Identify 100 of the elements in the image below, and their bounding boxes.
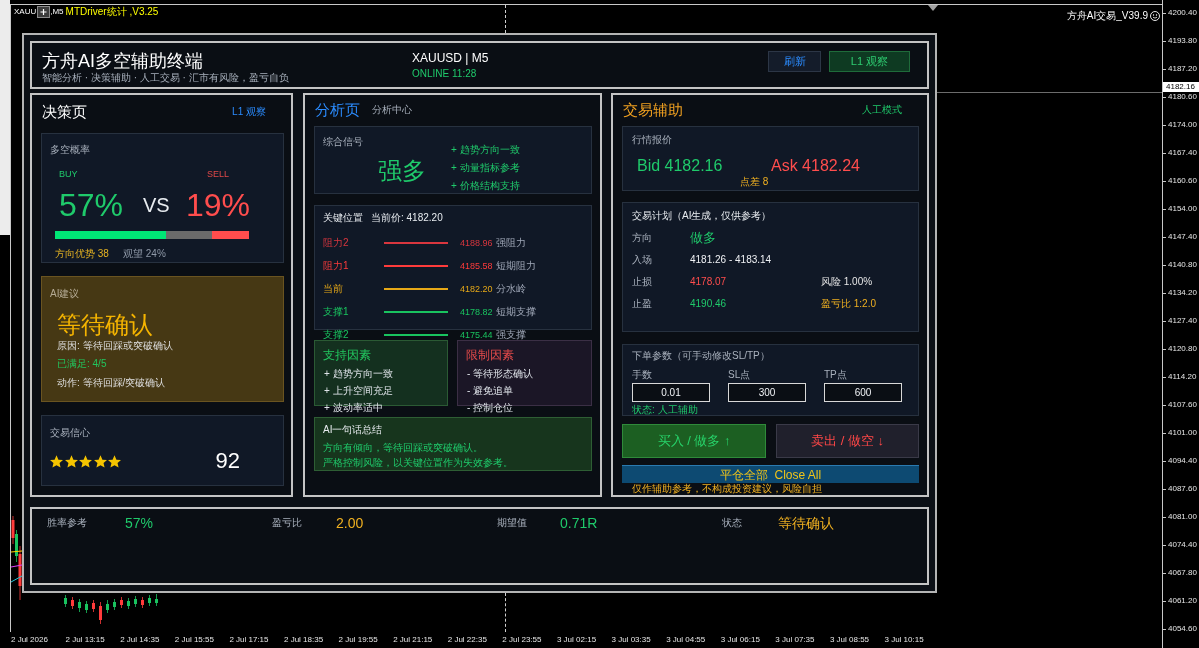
star-icon [108,454,121,468]
price-axis-label: 4180.60 [1168,92,1197,102]
factor-item: - 控制仓位 [467,401,514,415]
expert-label: 方舟AI交易_V39.9 [1066,10,1148,22]
disclaimer-text: 仅作辅助参考，不构成投资建议，风险自担 [632,483,822,494]
signal-reason: + 价格结构支持 [451,179,520,193]
stat-value: 2.00 [336,514,364,532]
time-axis-label: 2 Jul 14:35 [120,634,160,646]
level-name: 阻力2 [323,236,349,249]
stat-label: 状态 [722,517,742,529]
plan-label: 止损 [632,276,652,288]
price-axis-label: 4094.40 [1168,456,1197,466]
price-axis-label: 4120.80 [1168,344,1197,354]
card-label: 行情报价 [632,134,672,146]
level-price: 4182.20 [460,282,493,295]
factor-item: + 上升空间充足 [324,384,393,398]
price-axis-label: 4187.20 [1168,64,1197,74]
confidence-score: 92 [215,448,240,474]
time-axis-label: 3 Jul 10:15 [884,634,924,646]
mode-button[interactable]: L1 观察 [829,51,910,72]
level-price: 4175.44 [460,328,493,341]
card-label: 多空概率 [50,144,90,156]
ask-price: Ask 4182.24 [771,156,860,176]
field-label: TP点 [824,369,847,381]
factor-title: 限制因素 [466,347,514,363]
current-price-text: 当前价: 4182.20 [371,212,443,224]
plan-label: 入场 [632,254,652,266]
card-label: 下单参数（可手动修改SL/TP） [632,350,770,362]
chart-symbol-text: XAUU [14,6,37,18]
buy-percentage: 57% [59,187,124,223]
price-axis-label: 4081.00 [1168,512,1197,522]
factor-item: - 避免追单 [467,384,514,398]
time-axis-label: 2 Jul 13:15 [65,634,105,646]
price-axis-label: 4193.80 [1168,36,1197,46]
level-price: 4185.58 [460,259,493,272]
number-input-field[interactable]: 0.01 [632,383,710,402]
time-axis-label: 3 Jul 02:15 [556,634,597,646]
time-axis-label: 3 Jul 07:35 [775,634,815,646]
advantage-text: 方向优势 38 [55,248,109,260]
buy-button[interactable]: 买入 / 做多 ↑ [622,424,766,458]
signal-strength: 强多 [378,157,426,185]
price-axis-label: 4114.20 [1168,372,1197,382]
stat-value: 等待确认 [778,514,834,532]
factor-item: - 等待形态确认 [467,367,534,381]
time-axis-label: 2 Jul 19:55 [338,634,378,646]
card-heading: AI一句话总结 [323,424,383,436]
triangle-marker-icon [928,5,938,11]
smiley-icon [1150,11,1160,21]
price-axis-label: 4160.60 [1168,176,1197,186]
buy-label: BUY [59,168,78,180]
field-label: 手数 [632,369,652,381]
stat-label: 期望值 [497,517,527,529]
number-input-field[interactable]: 300 [728,383,806,402]
level-name: 阻力1 [323,259,349,272]
price-axis-label: 4101.00 [1168,428,1197,438]
price-axis-label: 4200.40 [1168,8,1197,18]
symbol-text: XAUUSD | M5 [412,51,489,65]
time-axis-label: 3 Jul 06:15 [720,634,760,646]
time-axis-label: 3 Jul 08:55 [829,634,870,646]
panel-title: 分析页 [315,101,360,119]
plan-label: 方向 [632,232,652,244]
star-icon [79,454,92,468]
connection-status: ONLINE 11:28 [412,68,477,80]
price-axis-label: 4140.80 [1168,260,1197,270]
time-axis-label: 3 Jul 04:55 [666,634,706,646]
bid-price: Bid 4182.16 [637,156,723,176]
sell-button[interactable]: 卖出 / 做空 ↓ [776,424,919,458]
level-note: 强阻力 [496,236,526,249]
signal-reason: + 动量指标参考 [451,161,520,175]
indicator-label: MTDriver统计 ,V3.25 [65,6,159,18]
refresh-button[interactable]: 刷新 [768,51,821,72]
verdict-text: 等待确认 [57,311,153,339]
level-name: 支撑2 [323,328,349,341]
number-input-field[interactable]: 600 [824,383,902,402]
time-axis-label: 2 Jul 23:55 [502,634,542,646]
mode-label: L1 观察 [232,106,266,118]
factor-item: + 趋势方向一致 [324,367,393,381]
level-note: 分水岭 [496,282,526,295]
price-axis-label: 4107.60 [1168,400,1197,410]
signal-reason: + 趋势方向一致 [451,143,520,157]
factor-item: + 波动率适中 [324,401,383,415]
close-all-button[interactable]: 平仓全部 Close All [622,465,919,483]
field-label: SL点 [728,369,751,381]
stat-label: 盈亏比 [272,517,302,529]
time-axis-label: 2 Jul 2026 [11,634,48,646]
plan-value: 4190.46 [690,298,727,310]
reason-text: 原因: 等待回踩或突破确认 [57,340,173,352]
plan-note: 盈亏比 1:2.0 [821,298,877,310]
card-heading: 关键位置 [323,212,363,224]
time-axis-label: 2 Jul 17:15 [229,634,269,646]
neutral-text: 观望 24% [123,248,166,260]
terminal-title: 方舟AI多空辅助终端 [42,50,203,72]
price-axis-label: 4174.00 [1168,120,1197,130]
summary-line: 方向有倾向，等待回踩或突破确认。 [323,441,483,455]
action-text: 动作: 等待回踩/突破确认 [57,377,166,389]
current-price-label: 4182.16 [1163,82,1199,92]
plan-note: 风险 1.00% [821,276,873,288]
time-axis-label: 2 Jul 22:35 [447,634,487,646]
panel-title: 决策页 [42,103,87,121]
plus-icon[interactable] [37,6,51,18]
